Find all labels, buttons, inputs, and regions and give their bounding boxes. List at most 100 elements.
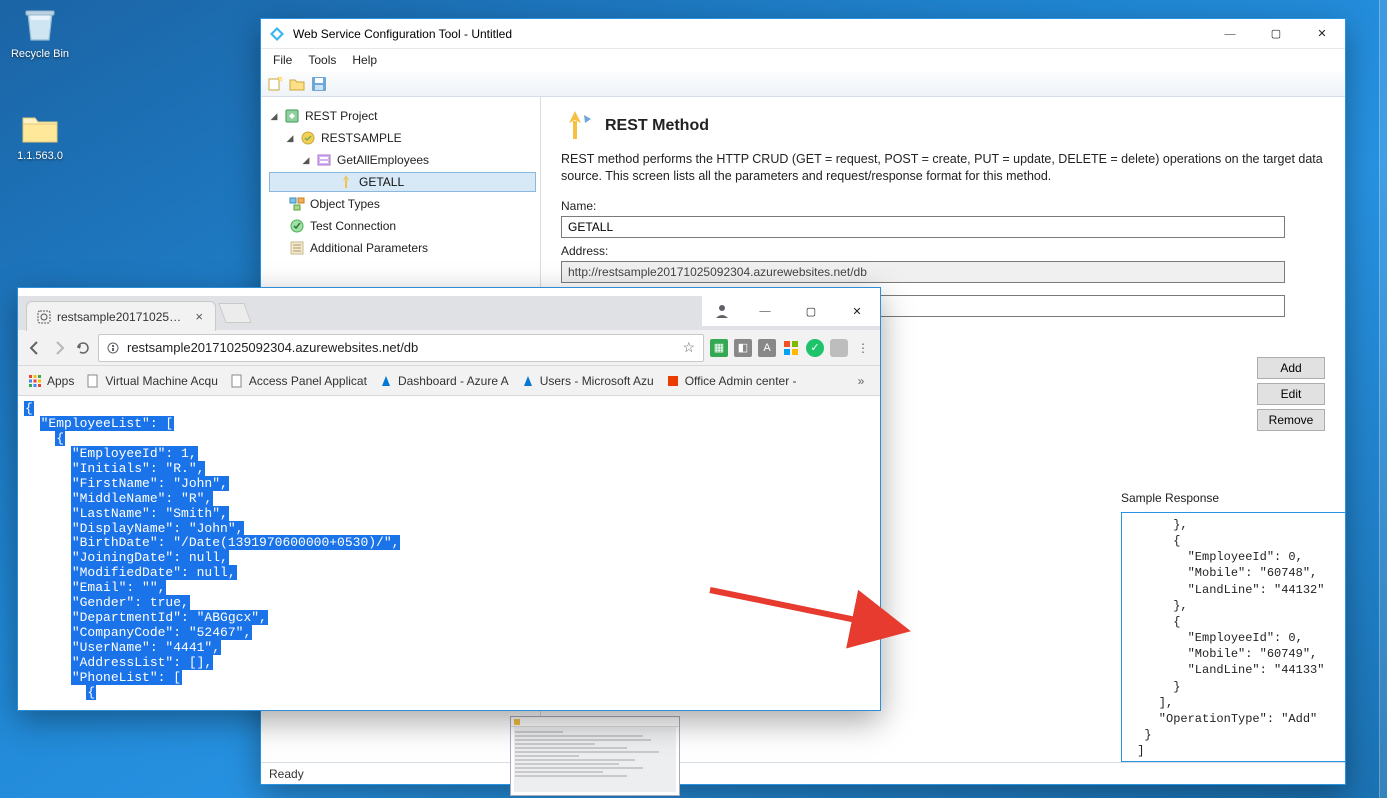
status-text: Ready xyxy=(269,767,304,781)
tab-close-icon[interactable]: × xyxy=(193,309,205,324)
desktop-folder[interactable]: 1.1.563.0 xyxy=(0,110,80,163)
folder-icon xyxy=(20,110,60,146)
bookmark-users[interactable]: Users - Microsoft Azu xyxy=(521,374,654,388)
window-title: Web Service Configuration Tool - Untitle… xyxy=(293,27,1207,41)
add-button[interactable]: Add xyxy=(1257,357,1325,379)
ext-icon-windows[interactable] xyxy=(782,339,800,357)
edit-button[interactable]: Edit xyxy=(1257,383,1325,405)
new-project-icon[interactable] xyxy=(267,76,283,92)
rest-method-title: REST Method xyxy=(605,117,709,135)
toolbar xyxy=(261,71,1345,97)
recycle-bin[interactable]: Recycle Bin xyxy=(0,4,80,61)
tree-test-connection[interactable]: Test Connection xyxy=(269,215,536,237)
bookmarks-overflow-icon[interactable]: » xyxy=(852,372,870,390)
bookmark-apps-label: Apps xyxy=(47,374,74,388)
sample-response-label: Sample Response xyxy=(1121,491,1345,505)
method-icon xyxy=(338,174,354,190)
bookmark-star-icon[interactable]: ☆ xyxy=(682,339,695,356)
address-input[interactable] xyxy=(561,261,1285,283)
browser-reload-icon[interactable] xyxy=(74,339,92,357)
tree-test-connection-label: Test Connection xyxy=(310,219,396,233)
button-stack: Add Edit Remove xyxy=(1257,357,1325,431)
recycle-bin-icon xyxy=(20,4,60,44)
bookmark-apps[interactable]: Apps xyxy=(28,374,74,388)
tree-object-types-label: Object Types xyxy=(310,197,380,211)
site-info-icon[interactable] xyxy=(107,342,119,354)
ext-icon-3[interactable]: A xyxy=(758,339,776,357)
tree-additional-params[interactable]: Additional Parameters xyxy=(269,237,536,259)
tree-object-types[interactable]: Object Types xyxy=(269,193,536,215)
browser-tabstrip: restsample20171025092… × — ▢ ✕ xyxy=(18,296,880,330)
menu-tools[interactable]: Tools xyxy=(300,51,344,69)
object-types-icon xyxy=(289,196,305,212)
minimize-button[interactable]: — xyxy=(1207,19,1253,49)
new-tab-button[interactable] xyxy=(218,303,251,323)
additional-params-icon xyxy=(289,240,305,256)
test-connection-icon xyxy=(289,218,305,234)
ext-icon-6[interactable] xyxy=(830,339,848,357)
sample-response-box[interactable]: }, { "EmployeeId": 0, "Mobile": "60748",… xyxy=(1121,512,1345,762)
bookmark-access-label: Access Panel Applicat xyxy=(249,374,367,388)
menubar: File Tools Help xyxy=(261,49,1345,71)
rest-method-icon xyxy=(561,109,595,143)
browser-account-icon[interactable] xyxy=(702,296,742,326)
browser-back-icon[interactable] xyxy=(26,339,44,357)
bookmark-vm[interactable]: Virtual Machine Acqu xyxy=(86,374,218,388)
ext-icon-2[interactable]: ◧ xyxy=(734,339,752,357)
ext-icon-5[interactable]: ✓ xyxy=(806,339,824,357)
menu-help[interactable]: Help xyxy=(344,51,385,69)
close-button[interactable]: ✕ xyxy=(1299,19,1345,49)
tree-root[interactable]: ◢ REST Project xyxy=(269,105,536,127)
browser-close-button[interactable]: ✕ xyxy=(834,296,880,326)
name-input[interactable] xyxy=(561,216,1285,238)
open-icon[interactable] xyxy=(289,76,305,92)
bookmarks-bar: Apps Virtual Machine Acqu Access Panel A… xyxy=(18,366,880,396)
tree-service-label: RESTSAMPLE xyxy=(321,131,402,145)
taskbar-preview[interactable] xyxy=(510,716,680,796)
rest-method-desc: REST method performs the HTTP CRUD (GET … xyxy=(561,151,1325,185)
ext-icon-1[interactable]: ▦ xyxy=(710,339,728,357)
browser-json-content[interactable]: { "EmployeeList": [ { "EmployeeId": 1, "… xyxy=(18,396,880,710)
browser-forward-icon[interactable] xyxy=(50,339,68,357)
tree-method-label: GETALL xyxy=(359,175,404,189)
address-label: Address: xyxy=(561,244,1325,258)
apps-icon xyxy=(28,374,42,388)
browser-tab[interactable]: restsample20171025092… × xyxy=(26,301,216,331)
bookmark-azure-dash[interactable]: Dashboard - Azure A xyxy=(379,374,509,388)
tree-method-group-label: GetAllEmployees xyxy=(337,153,429,167)
tree-service[interactable]: ◢ RESTSAMPLE xyxy=(269,127,536,149)
statusbar: Ready xyxy=(261,762,1345,784)
tree-method-selected[interactable]: GETALL xyxy=(269,172,536,192)
menu-file[interactable]: File xyxy=(265,51,300,69)
browser-maximize-button[interactable]: ▢ xyxy=(788,296,834,326)
browser-tab-title: restsample20171025092… xyxy=(57,310,187,324)
project-icon xyxy=(284,108,300,124)
maximize-button[interactable]: ▢ xyxy=(1253,19,1299,49)
azure-icon xyxy=(379,374,393,388)
bookmark-access[interactable]: Access Panel Applicat xyxy=(230,374,367,388)
bookmark-office-label: Office Admin center - xyxy=(685,374,797,388)
browser-url-text: restsample20171025092304.azurewebsites.n… xyxy=(127,340,674,355)
browser-omnibar: restsample20171025092304.azurewebsites.n… xyxy=(18,330,880,366)
browser-minimize-button[interactable]: — xyxy=(742,296,788,326)
tree-method-group[interactable]: ◢ GetAllEmployees xyxy=(269,149,536,171)
bookmark-office[interactable]: Office Admin center - xyxy=(666,374,797,388)
browser-window: restsample20171025092… × — ▢ ✕ restsampl… xyxy=(17,287,881,711)
bookmark-users-label: Users - Microsoft Azu xyxy=(540,374,654,388)
tab-favicon xyxy=(37,310,51,324)
show-desktop-bar[interactable] xyxy=(1379,0,1387,798)
tree-additional-params-label: Additional Parameters xyxy=(310,241,428,255)
bookmark-vm-label: Virtual Machine Acqu xyxy=(105,374,218,388)
azure-icon xyxy=(521,374,535,388)
browser-url-bar[interactable]: restsample20171025092304.azurewebsites.n… xyxy=(98,334,704,362)
page-icon xyxy=(86,374,100,388)
desktop-folder-label: 1.1.563.0 xyxy=(0,150,80,163)
recycle-bin-label: Recycle Bin xyxy=(0,48,80,61)
remove-button[interactable]: Remove xyxy=(1257,409,1325,431)
browser-menu-icon[interactable]: ⋮ xyxy=(854,339,872,357)
titlebar[interactable]: Web Service Configuration Tool - Untitle… xyxy=(261,19,1345,49)
office-icon xyxy=(666,374,680,388)
name-label: Name: xyxy=(561,199,1325,213)
page-icon xyxy=(230,374,244,388)
save-icon[interactable] xyxy=(311,76,327,92)
